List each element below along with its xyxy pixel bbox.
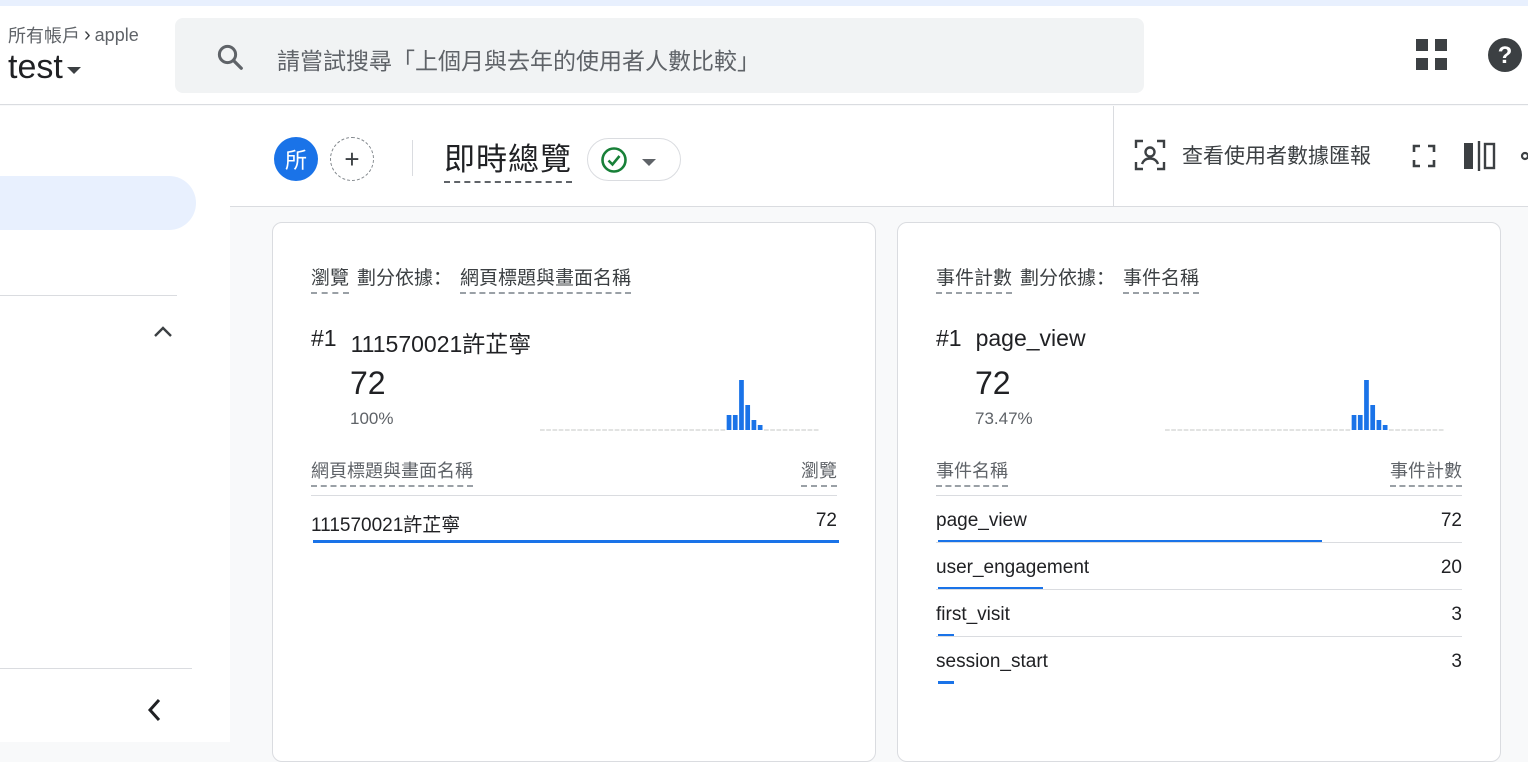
row-share-bar [938,681,954,684]
dimension-label[interactable]: 事件名稱 [1123,263,1200,294]
apps-grid-icon[interactable] [1416,39,1447,70]
row-value: 72 [1440,510,1462,531]
sparkline-bar[interactable] [757,425,763,430]
property-name: test [8,48,63,86]
table-row[interactable]: session_start 3 [936,636,1462,684]
top-value: 72 [975,365,1011,401]
row-share-bar [313,540,839,543]
sidebar-item-active[interactable] [0,176,196,230]
help-icon[interactable]: ? [1488,38,1522,72]
card-header: 瀏覽 劃分依據： 網頁標題與畫面名稱 [311,263,632,294]
breadcrumb-all-accounts[interactable]: 所有帳戶 [8,22,80,48]
chevron-up-icon[interactable] [150,322,176,340]
sparkline-bar[interactable] [1376,420,1382,430]
sparkline-bar[interactable] [726,415,732,430]
user-snapshot-icon [1134,139,1166,171]
sparkline-bar[interactable] [1357,415,1363,430]
app-header: 所有帳戶 › apple test 請嘗試搜尋「上個月與去年的使用者人數比較」 … [0,6,1528,105]
dimension-label[interactable]: 網頁標題與畫面名稱 [460,263,632,294]
row-value: 3 [1451,651,1462,672]
comparison-chip-all-users[interactable]: 所 [274,137,318,181]
sparkline-chart [1165,380,1444,431]
top-name: 111570021許芷寧 [350,331,532,357]
view-user-snapshot-button[interactable]: 查看使用者數據匯報 [1134,139,1371,171]
sparkline-bar[interactable] [739,380,744,430]
collapse-sidebar-icon[interactable] [144,696,166,724]
row-value: 3 [1451,604,1462,625]
table-row[interactable]: first_visit 3 [936,589,1462,637]
row-name: first_visit [936,604,1010,625]
sidebar-divider [0,668,192,669]
sparkline-bar[interactable] [732,415,738,430]
fullscreen-icon[interactable] [1412,144,1436,168]
card-views-by-page-title: 瀏覽 劃分依據： 網頁標題與畫面名稱 #1 111570021許芷寧 72 10… [272,222,876,762]
sparkline-bar[interactable] [1382,425,1388,430]
row-name: 111570021許芷寧 [311,515,461,536]
table-row[interactable]: user_engagement 20 [936,542,1462,590]
breadcrumb[interactable]: 所有帳戶 › apple [8,22,139,48]
toolbar-divider [412,140,413,176]
top-rank: #1 [936,325,962,351]
check-circle-icon [601,146,627,173]
search-icon [217,44,243,70]
column-header-dimension[interactable]: 網頁標題與畫面名稱 [311,457,473,487]
search-bar[interactable]: 請嘗試搜尋「上個月與去年的使用者人數比較」 [175,18,1144,93]
sidebar-divider [0,295,177,296]
row-name: session_start [936,651,1048,672]
share-icon[interactable] [1520,148,1528,164]
dropdown-caret-icon [66,67,81,74]
table-row[interactable]: 111570021許芷寧 72 [311,495,839,543]
column-header-metric[interactable]: 事件計數 [1390,457,1462,487]
top-name: page_view [975,325,1086,351]
user-snapshot-label: 查看使用者數據匯報 [1182,145,1371,168]
sidebar [0,106,230,742]
metric-label[interactable]: 瀏覽 [311,263,350,294]
chevron-right-icon: › [84,23,91,46]
breakdown-label: 劃分依據： [357,268,453,289]
search-placeholder: 請嘗試搜尋「上個月與去年的使用者人數比較」 [277,48,760,74]
sparkline-chart [540,380,819,431]
card-header: 事件計數 劃分依據： 事件名稱 [936,263,1200,294]
column-header-metric[interactable]: 瀏覽 [801,457,837,487]
top-item: #1 111570021許芷寧 [311,325,531,359]
property-selector[interactable]: test [8,48,81,87]
sparkline-bar[interactable] [1351,415,1357,430]
report-status-dropdown[interactable] [587,138,681,181]
compare-columns-icon[interactable] [1463,141,1497,171]
dropdown-caret-icon [642,159,656,166]
row-value: 20 [1440,557,1462,578]
row-value: 72 [815,510,837,531]
sparkline-bar[interactable] [751,420,757,430]
sparkline-bar[interactable] [1370,405,1376,430]
top-value: 72 [350,365,386,401]
breakdown-label: 劃分依據： [1020,268,1116,289]
add-comparison-button[interactable]: + [330,137,374,181]
top-percent: 100% [350,409,394,428]
card-event-count-by-event-name: 事件計數 劃分依據： 事件名稱 #1 page_view 72 73.47% 事… [897,222,1501,762]
table-row[interactable]: page_view 72 [936,495,1462,543]
sparkline-bar[interactable] [745,405,751,430]
row-name: page_view [936,510,1027,531]
top-rank: #1 [311,325,337,351]
top-percent: 73.47% [975,409,1033,428]
metric-label[interactable]: 事件計數 [936,263,1013,294]
column-header-dimension[interactable]: 事件名稱 [936,457,1008,487]
breadcrumb-account[interactable]: apple [95,25,139,46]
top-item: #1 page_view [936,325,1086,352]
report-toolbar: 所 + 即時總覽 查看使用者數據匯報 [230,106,1528,207]
row-name: user_engagement [936,557,1090,578]
svg-text:?: ? [1498,42,1513,69]
toolbar-vertical-divider [1113,106,1114,206]
page-title: 即時總覽 [444,134,572,183]
sparkline-bar[interactable] [1364,380,1369,430]
